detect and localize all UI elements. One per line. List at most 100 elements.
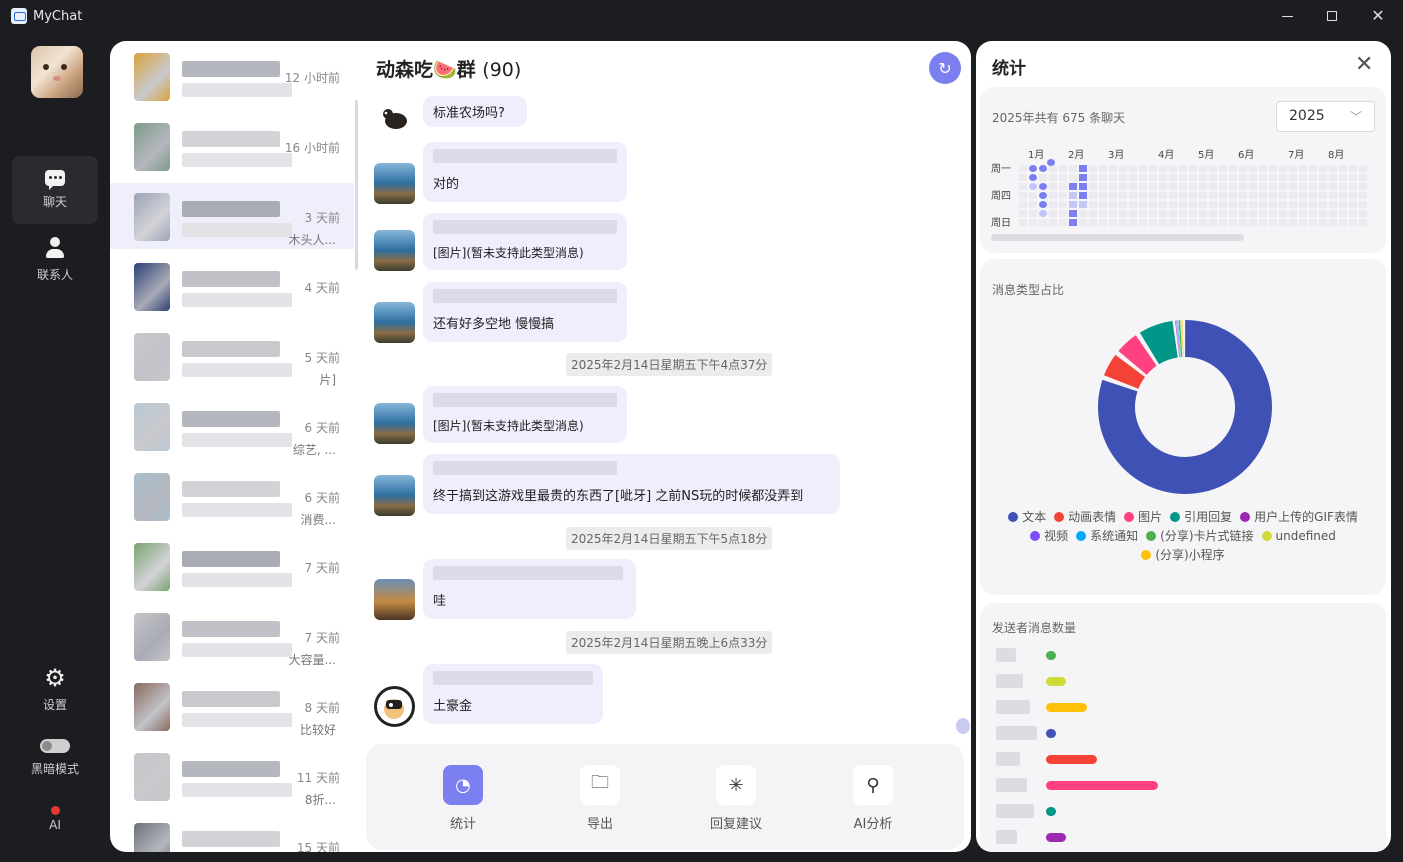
heatmap-cell[interactable] bbox=[1209, 174, 1217, 181]
heatmap-cell[interactable] bbox=[1149, 183, 1157, 190]
heatmap-cell[interactable] bbox=[1119, 174, 1127, 181]
year-select[interactable]: 2025 ﹀ bbox=[1276, 101, 1375, 132]
heatmap-cell[interactable] bbox=[1159, 165, 1167, 172]
heatmap-cell[interactable] bbox=[1159, 210, 1167, 217]
heatmap-cell[interactable] bbox=[1209, 183, 1217, 190]
sender-bar[interactable] bbox=[1046, 781, 1158, 790]
heatmap-cell[interactable] bbox=[1279, 192, 1287, 199]
heatmap-cell[interactable] bbox=[1119, 183, 1127, 190]
heatmap-cell[interactable] bbox=[1219, 210, 1227, 217]
heatmap-cell[interactable] bbox=[1229, 201, 1237, 208]
heatmap-cell[interactable] bbox=[1079, 165, 1087, 172]
heatmap-cell[interactable] bbox=[1309, 165, 1317, 172]
heatmap-cell[interactable] bbox=[1289, 219, 1297, 226]
heatmap-cell[interactable] bbox=[1139, 201, 1147, 208]
sender-bar[interactable] bbox=[1046, 833, 1067, 842]
heatmap-cell[interactable] bbox=[1269, 183, 1277, 190]
heatmap-cell[interactable] bbox=[1359, 210, 1367, 217]
heatmap-cell[interactable] bbox=[1199, 192, 1207, 199]
heatmap-cell[interactable] bbox=[1189, 219, 1197, 226]
heatmap-cell[interactable] bbox=[1179, 201, 1187, 208]
heatmap-cell[interactable] bbox=[1149, 165, 1157, 172]
heatmap-cell[interactable] bbox=[1289, 183, 1297, 190]
heatmap-cell[interactable] bbox=[1289, 165, 1297, 172]
heatmap-cell[interactable] bbox=[1219, 192, 1227, 199]
heatmap-cell[interactable] bbox=[1259, 174, 1267, 181]
heatmap-cell[interactable] bbox=[1049, 183, 1057, 190]
heatmap-cell[interactable] bbox=[1059, 201, 1067, 208]
heatmap-cell[interactable] bbox=[1129, 210, 1137, 217]
heatmap-cell[interactable] bbox=[1069, 201, 1077, 208]
session-item[interactable]: 16 小时前 bbox=[110, 113, 354, 179]
session-item[interactable]: 11 天前 8折... bbox=[110, 743, 354, 809]
heatmap-cell[interactable] bbox=[1099, 219, 1107, 226]
heatmap-cell[interactable] bbox=[1149, 192, 1157, 199]
session-item[interactable]: 8 天前 比较好 bbox=[110, 673, 354, 739]
heatmap-cell[interactable] bbox=[1039, 174, 1047, 181]
message-bubble[interactable]: 土豪金 bbox=[423, 664, 603, 724]
legend-item[interactable]: 视频 bbox=[1030, 527, 1068, 546]
minimize-button[interactable] bbox=[1264, 0, 1310, 32]
heatmap-cell[interactable] bbox=[1329, 192, 1337, 199]
heatmap-cell[interactable] bbox=[1229, 174, 1237, 181]
heatmap-cell[interactable] bbox=[1189, 183, 1197, 190]
export-button[interactable]: 🗀 导出 bbox=[560, 765, 640, 832]
heatmap-cell[interactable] bbox=[1099, 210, 1107, 217]
legend-item[interactable]: 用户上传的GIF表情 bbox=[1240, 508, 1358, 527]
heatmap-cell[interactable] bbox=[1109, 174, 1117, 181]
heatmap-cell[interactable] bbox=[1239, 165, 1247, 172]
session-item[interactable]: 6 天前 消费... bbox=[110, 463, 354, 529]
message-avatar[interactable] bbox=[374, 579, 415, 620]
heatmap-cell[interactable] bbox=[1199, 210, 1207, 217]
heatmap-cell[interactable] bbox=[1069, 174, 1077, 181]
heatmap-cell[interactable] bbox=[1339, 192, 1347, 199]
heatmap-cell[interactable] bbox=[1339, 219, 1347, 226]
legend-item[interactable]: (分享)卡片式链接 bbox=[1146, 527, 1254, 546]
heatmap-cell[interactable] bbox=[1309, 174, 1317, 181]
heatmap-cell[interactable] bbox=[1039, 192, 1047, 199]
heatmap-cell[interactable] bbox=[1319, 210, 1327, 217]
heatmap-cell[interactable] bbox=[1069, 192, 1077, 199]
heatmap-cell[interactable] bbox=[1099, 174, 1107, 181]
heatmap-cell[interactable] bbox=[1039, 201, 1047, 208]
heatmap-cell[interactable] bbox=[1339, 174, 1347, 181]
heatmap-cell[interactable] bbox=[1029, 183, 1037, 190]
heatmap-cell[interactable] bbox=[1269, 210, 1277, 217]
heatmap-cell[interactable] bbox=[1259, 165, 1267, 172]
heatmap-cell[interactable] bbox=[1047, 159, 1055, 166]
message-bubble[interactable]: 标准农场吗? bbox=[423, 96, 527, 127]
heatmap-cell[interactable] bbox=[1159, 192, 1167, 199]
heatmap-cell[interactable] bbox=[1249, 165, 1257, 172]
message-avatar[interactable] bbox=[374, 403, 415, 444]
heatmap-cell[interactable] bbox=[1129, 174, 1137, 181]
heatmap-cell[interactable] bbox=[1309, 183, 1317, 190]
heatmap-cell[interactable] bbox=[1259, 219, 1267, 226]
heatmap-cell[interactable] bbox=[1019, 201, 1027, 208]
heatmap-cell[interactable] bbox=[1149, 219, 1157, 226]
legend-item[interactable]: 动画表情 bbox=[1054, 508, 1116, 527]
message-bubble[interactable]: 哇 bbox=[423, 559, 636, 619]
nav-contacts[interactable]: 联系人 bbox=[12, 226, 98, 294]
heatmap-cell[interactable] bbox=[1089, 183, 1097, 190]
session-item[interactable]: 15 天前 bbox=[110, 813, 354, 852]
heatmap-cell[interactable] bbox=[1159, 174, 1167, 181]
heatmap-cell[interactable] bbox=[1049, 165, 1057, 172]
heatmap-cell[interactable] bbox=[1169, 219, 1177, 226]
heatmap-cell[interactable] bbox=[1119, 201, 1127, 208]
message-bubble[interactable]: 对的 bbox=[423, 142, 627, 202]
heatmap-cell[interactable] bbox=[1029, 174, 1037, 181]
heatmap-cell[interactable] bbox=[1259, 192, 1267, 199]
heatmap-cell[interactable] bbox=[1149, 201, 1157, 208]
heatmap-cell[interactable] bbox=[1109, 210, 1117, 217]
heatmap-cell[interactable] bbox=[1299, 165, 1307, 172]
stats-close-button[interactable]: ✕ bbox=[1355, 53, 1373, 77]
heatmap-cell[interactable] bbox=[1169, 192, 1177, 199]
message-bubble[interactable]: [图片](暂未支持此类型消息) bbox=[423, 213, 627, 270]
heatmap-cell[interactable] bbox=[1199, 219, 1207, 226]
heatmap-cell[interactable] bbox=[1059, 165, 1067, 172]
heatmap-cell[interactable] bbox=[1139, 165, 1147, 172]
session-item[interactable]: 3 天前 木头人... bbox=[110, 183, 354, 249]
heatmap-cell[interactable] bbox=[1319, 201, 1327, 208]
heatmap-cell[interactable] bbox=[1169, 174, 1177, 181]
heatmap-cell[interactable] bbox=[1279, 165, 1287, 172]
